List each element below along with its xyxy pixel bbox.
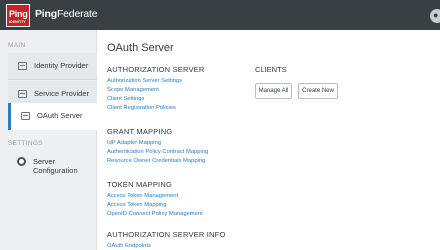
oauth-server-icon	[21, 112, 30, 120]
sidebar-item-label: Service Provider	[34, 89, 90, 98]
sidebar: MAIN Identity Provider Service Provider …	[0, 30, 97, 250]
link-access-token-mapping[interactable]: Access Token Mapping	[107, 202, 167, 208]
logo-subtext: IDENTITY	[9, 20, 26, 24]
section-title-grant-mapping: GRANT MAPPING	[107, 127, 173, 136]
link-access-token-management[interactable]: Access Token Management	[107, 193, 178, 199]
top-bar: Ping IDENTITY PingFederate ●	[0, 0, 440, 30]
section-title-authorization-server: AUTHORIZATION SERVER	[107, 65, 205, 74]
user-icon[interactable]: ●	[430, 9, 440, 23]
link-scope-management[interactable]: Scope Management	[107, 87, 159, 93]
link-client-settings[interactable]: Client Settings	[107, 96, 144, 102]
sidebar-item-oauth-server[interactable]: OAuth Server	[8, 103, 97, 130]
main-content: OAuth Server AUTHORIZATION SERVER Author…	[97, 30, 440, 250]
service-provider-icon	[18, 90, 27, 98]
link-idp-adapter-mapping[interactable]: IdP Adapter Mapping	[107, 140, 161, 146]
manage-all-button[interactable]: Manage All	[255, 83, 292, 99]
section-title-authorization-server-info: AUTHORIZATION SERVER INFO	[107, 230, 226, 239]
active-item-pointer	[96, 103, 104, 131]
product-name-bold: Ping	[35, 8, 57, 20]
sidebar-item-label: OAuth Server	[37, 111, 83, 120]
link-authentication-policy-contract-mapping[interactable]: Authentication Policy Contract Mapping	[107, 149, 208, 155]
identity-provider-icon	[18, 62, 27, 70]
create-new-button[interactable]: Create New	[298, 83, 338, 99]
link-oauth-endpoints[interactable]: OAuth Endpoints	[107, 243, 151, 249]
product-name-rest: Federate	[56, 8, 98, 20]
section-title-clients: CLIENTS	[255, 65, 287, 74]
server-configuration-icon	[17, 157, 26, 166]
logo-text: Ping	[9, 9, 28, 19]
sidebar-heading-settings: SETTINGS	[8, 140, 43, 147]
link-authorization-server-settings[interactable]: Authorization Server Settings	[107, 78, 182, 84]
sidebar-item-label: Identity Provider	[34, 61, 89, 70]
ping-logo[interactable]: Ping IDENTITY	[6, 4, 30, 27]
section-title-token-mapping: TOKEN MAPPING	[107, 180, 172, 189]
product-name: PingFederate	[35, 8, 98, 20]
sidebar-item-identity-provider[interactable]: Identity Provider	[8, 53, 97, 80]
page-title: OAuth Server	[107, 42, 174, 54]
sidebar-item-server-configuration[interactable]: Server Configuration	[33, 157, 96, 175]
link-resource-owner-credentials-mapping[interactable]: Resource Owner Credentials Mapping	[107, 158, 205, 164]
link-client-registration-policies[interactable]: Client Registration Policies	[107, 105, 176, 111]
sidebar-heading-main: MAIN	[8, 42, 26, 49]
link-openid-connect-policy-management[interactable]: OpenID Connect Policy Management	[107, 211, 203, 217]
